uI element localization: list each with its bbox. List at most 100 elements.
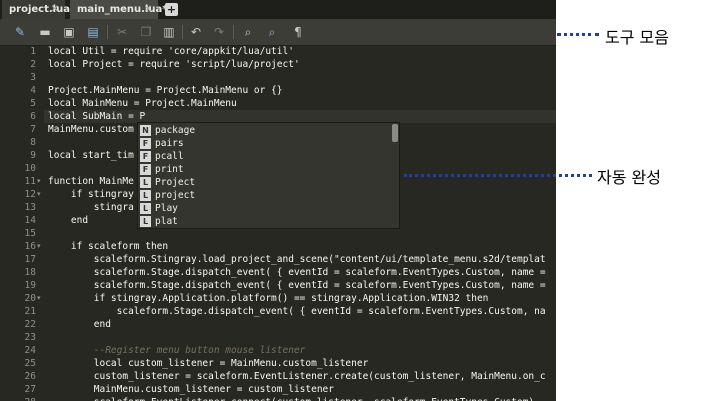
fold-toggle-icon[interactable]	[37, 344, 44, 357]
fold-toggle-icon[interactable]	[37, 201, 44, 214]
fold-toggle-icon[interactable]	[37, 383, 44, 396]
new-tab-button[interactable]: +	[165, 3, 178, 16]
fold-toggle-icon[interactable]	[37, 84, 44, 97]
autocomplete-item[interactable]: Fpcall	[140, 150, 388, 163]
line-number-gutter: 1 2 3 4 5 6 7 8 9 10 11 ▾ 12 ▾ 13 14 15 16 ▾ 17 18 19 20 ▾ 21 22 2…	[0, 46, 44, 401]
autocomplete-popup: Npackage Fpairs Fpcall Fprint L Project Lproje…	[137, 122, 400, 229]
code-line[interactable]: if stingray.Application.platform() == st…	[48, 292, 556, 305]
code-line[interactable]: MainMenu.custom_listener = custom_listen…	[48, 383, 556, 396]
code-line[interactable]: local Project = require 'script/lua/proj…	[48, 58, 556, 71]
toolbar-annotation-line	[557, 33, 599, 36]
close-icon[interactable]: ✕	[51, 0, 59, 19]
code-line[interactable]: local Util = require 'core/appkit/lua/ut…	[48, 45, 556, 58]
autocomplete-item[interactable]: Fpairs	[140, 137, 388, 150]
autocomplete-item-label: print	[155, 164, 184, 175]
line-number: 7	[30, 124, 36, 135]
item-kind-icon: N	[140, 125, 151, 136]
fold-toggle-icon[interactable]	[37, 136, 44, 149]
pilcrow-icon[interactable]: ¶	[290, 24, 306, 40]
redo-icon[interactable]: ↷	[211, 24, 227, 40]
code-line[interactable]	[48, 71, 556, 84]
autocomplete-item[interactable]: L Project	[140, 176, 388, 189]
close-icon[interactable]: ✕	[144, 0, 152, 19]
line-number: 6	[30, 111, 36, 122]
autocomplete-item[interactable]: L Play	[140, 202, 388, 215]
tab-main-menu-lua[interactable]: main_menu.lua* ✕	[70, 0, 167, 19]
fold-toggle-icon[interactable]	[37, 97, 44, 110]
fold-toggle-icon[interactable]	[37, 318, 44, 331]
fold-toggle-icon[interactable]: ▾	[37, 175, 44, 188]
toolbar-annotation-label: 도구 모음	[605, 28, 669, 47]
fold-toggle-icon[interactable]	[37, 279, 44, 292]
code-line[interactable]: custom_listener = scaleform.EventListene…	[48, 370, 556, 383]
tab-project-lua[interactable]: project.lua ✕	[2, 0, 70, 19]
code-line[interactable]	[48, 331, 556, 344]
code-line[interactable]: Project.MainMenu = Project.MainMenu or {…	[48, 84, 556, 97]
fold-toggle-icon[interactable]	[37, 149, 44, 162]
fold-toggle-icon[interactable]	[37, 71, 44, 84]
line-number: 28	[0, 396, 36, 401]
fold-toggle-icon[interactable]	[37, 266, 44, 279]
line-number: 17	[24, 254, 36, 265]
code-line[interactable]: --Register menu button mouse listener	[48, 344, 556, 357]
autocomplete-item[interactable]: Lproject	[140, 189, 388, 202]
autocomplete-item-label: Project	[155, 177, 196, 188]
line-number: 4	[30, 85, 36, 96]
find-icon[interactable]: ⌕	[240, 24, 256, 40]
item-kind-icon: L	[140, 203, 151, 214]
line-number: 22	[24, 319, 36, 330]
autocomplete-annotation-line	[404, 174, 592, 177]
autocomplete-item-label: project	[155, 190, 196, 201]
fold-toggle-icon[interactable]: ▾	[37, 188, 44, 201]
autocomplete-scrollbar[interactable]	[392, 124, 398, 142]
fold-toggle-icon[interactable]: ▾	[37, 240, 44, 253]
cut-icon[interactable]: ✂	[114, 24, 130, 40]
autocomplete-item-label: package	[155, 125, 196, 136]
line-number: 3	[30, 72, 36, 83]
open-folder-icon[interactable]: ▬	[37, 24, 53, 40]
fold-toggle-icon[interactable]	[37, 123, 44, 136]
code-line[interactable]: scaleform.Stingray.load_project_and_scen…	[48, 253, 556, 266]
item-kind-icon: F	[140, 164, 151, 175]
save-all-icon[interactable]: ▤	[85, 24, 101, 40]
line-number: 15	[24, 228, 36, 239]
code-line[interactable]: if scaleform then	[48, 240, 556, 253]
save-icon[interactable]: ▣	[61, 24, 77, 40]
fold-toggle-icon[interactable]	[37, 110, 44, 123]
fold-toggle-icon[interactable]	[37, 45, 44, 58]
code-line[interactable]: scaleform.EventListener.connect(custom_l…	[48, 396, 556, 401]
code-line[interactable]: scaleform.Stage.dispatch_event( { eventI…	[48, 266, 556, 279]
undo-icon[interactable]: ↶	[188, 24, 204, 40]
fold-toggle-icon[interactable]	[37, 162, 44, 175]
new-file-icon[interactable]: ✎	[12, 24, 28, 40]
tab-label: main_menu.lua*	[77, 4, 168, 15]
line-number: 9	[30, 150, 36, 161]
fold-toggle-icon[interactable]: ▾	[37, 292, 44, 305]
line-number: 5	[30, 98, 36, 109]
copy-icon[interactable]: ❐	[138, 24, 154, 40]
fold-toggle-icon[interactable]	[37, 357, 44, 370]
fold-toggle-icon[interactable]	[37, 253, 44, 266]
find-replace-icon[interactable]: ⌕	[264, 24, 280, 40]
toolbar-separator	[182, 25, 183, 39]
autocomplete-item[interactable]: Fprint	[140, 163, 388, 176]
code-line[interactable]: scaleform.Stage.dispatch_event( { eventI…	[48, 279, 556, 292]
paste-icon[interactable]: ▥	[161, 24, 177, 40]
fold-toggle-icon[interactable]	[37, 331, 44, 344]
code-line[interactable]: local MainMenu = Project.MainMenu	[48, 97, 556, 110]
autocomplete-item[interactable]: Npackage	[140, 124, 388, 137]
code-line[interactable]: local custom_listener = MainMenu.custom_…	[48, 357, 556, 370]
line-number: 19	[24, 280, 36, 291]
code-line[interactable]: scaleform.Stage.dispatch_event( { eventI…	[48, 305, 556, 318]
fold-toggle-icon[interactable]	[37, 58, 44, 71]
fold-toggle-icon[interactable]	[37, 227, 44, 240]
autocomplete-item-label: Play	[155, 203, 178, 214]
item-kind-icon: F	[140, 138, 151, 149]
fold-toggle-icon[interactable]	[37, 396, 44, 401]
line-number: 12	[24, 189, 36, 200]
autocomplete-item[interactable]: Lplat	[140, 215, 388, 228]
fold-toggle-icon[interactable]	[37, 370, 44, 383]
code-line[interactable]: end	[48, 318, 556, 331]
fold-toggle-icon[interactable]	[37, 214, 44, 227]
fold-toggle-icon[interactable]	[37, 305, 44, 318]
